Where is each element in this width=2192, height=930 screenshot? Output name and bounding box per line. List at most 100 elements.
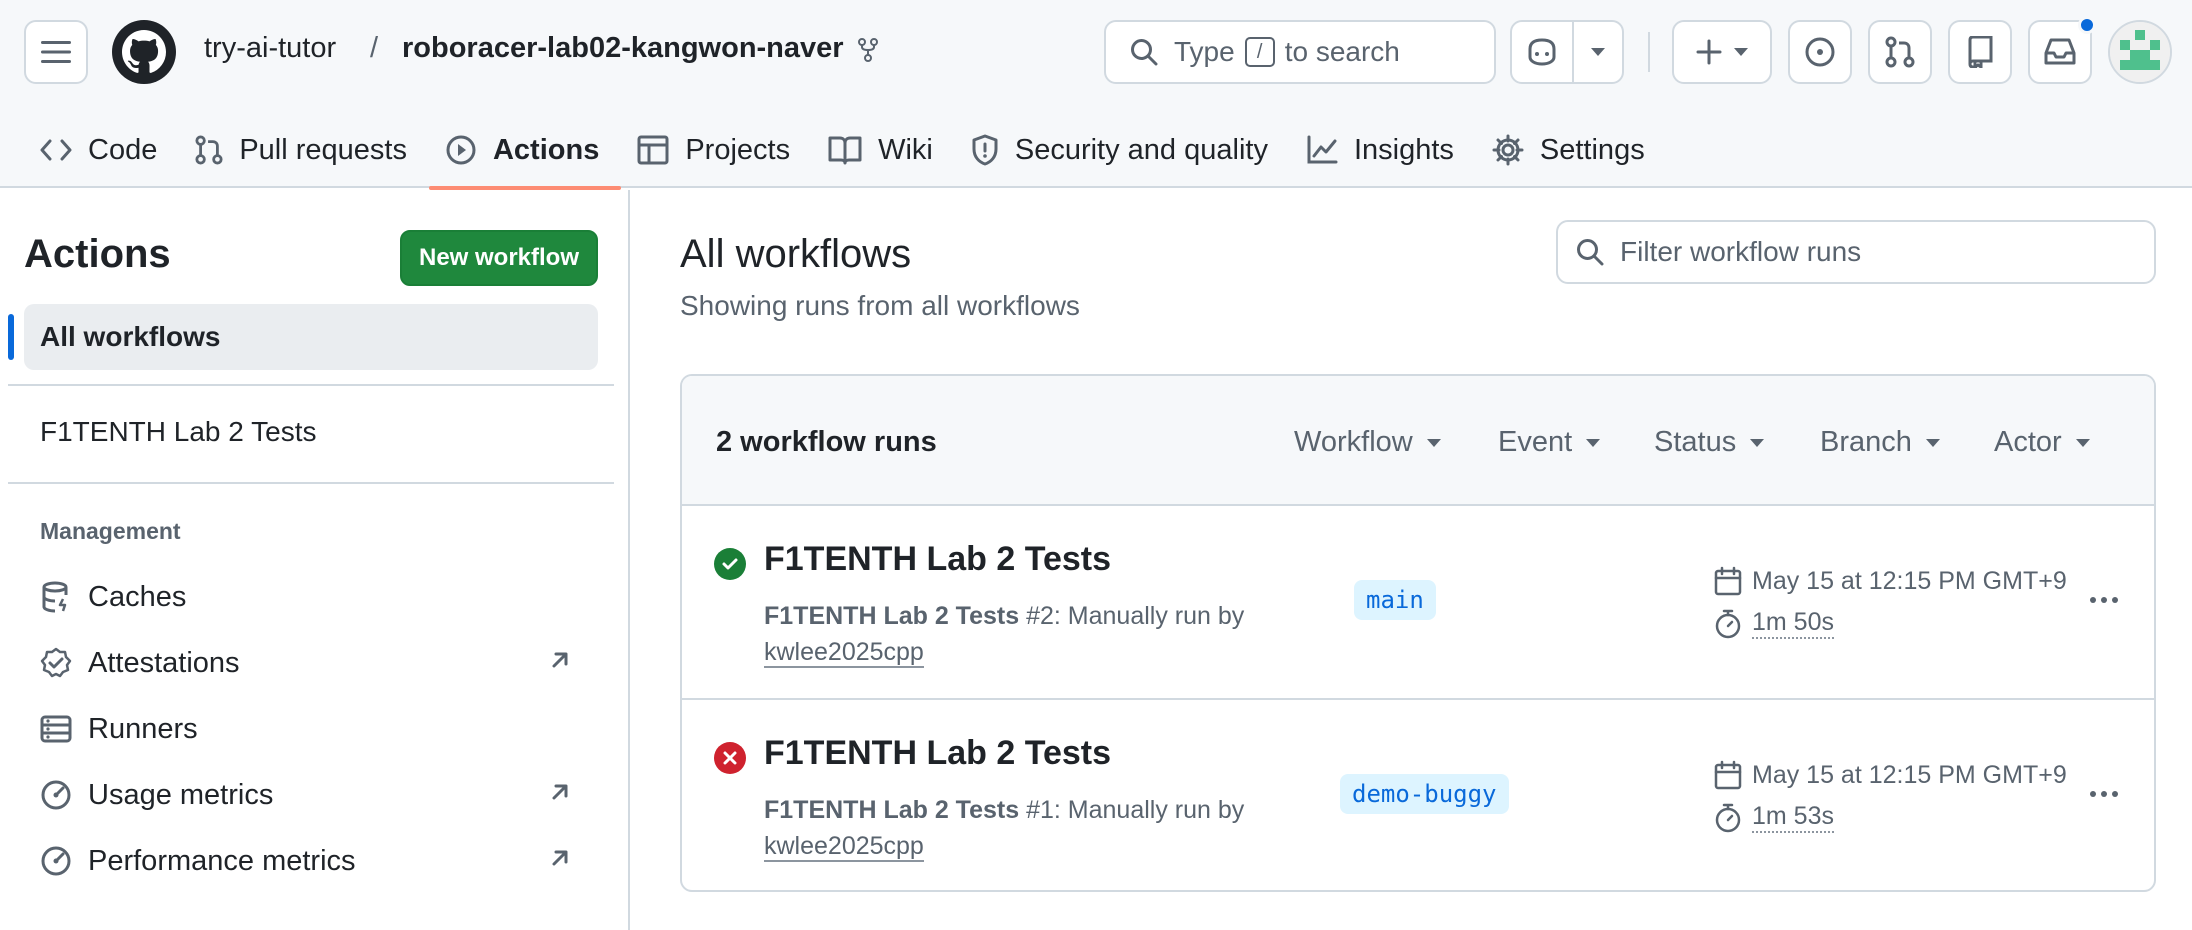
graph-icon: [1307, 135, 1338, 164]
database-icon: [42, 581, 68, 613]
pull-requests-button[interactable]: [1868, 20, 1932, 84]
breadcrumb-owner[interactable]: try-ai-tutor: [204, 32, 336, 65]
runs-list-header: 2 workflow runs Workflow Event Status Br…: [682, 376, 2154, 506]
tab-insights[interactable]: Insights: [1290, 112, 1476, 188]
avatar[interactable]: [2108, 20, 2172, 84]
meter-icon: [41, 780, 71, 810]
search-suffix: to search: [1284, 36, 1400, 67]
stopwatch-icon: [1715, 609, 1741, 638]
tab-pull-requests[interactable]: Pull requests: [179, 112, 429, 188]
tab-wiki[interactable]: Wiki: [812, 112, 955, 188]
tab-security[interactable]: Security and quality: [955, 112, 1290, 188]
run-duration: 1m 50s: [1714, 608, 1834, 639]
shield-icon: [972, 134, 998, 166]
link-external-icon: [552, 784, 568, 800]
sidebar-divider: [8, 482, 614, 484]
chevron-down-icon: [1734, 48, 1748, 56]
book-icon: [828, 136, 862, 165]
issues-button[interactable]: [1788, 20, 1852, 84]
filter-actor-dropdown[interactable]: Actor: [1994, 426, 2090, 459]
run-trigger: : Manually run by: [1053, 796, 1245, 824]
global-header: try-ai-tutor / roboracer-lab02-kangwon-n…: [0, 0, 2192, 190]
kebab-dot: [2112, 791, 2118, 797]
run-meta: F1TENTH Lab 2 Tests #1: Manually run by …: [764, 792, 1244, 864]
tab-actions[interactable]: Actions: [428, 112, 622, 190]
x-circle-icon: [714, 742, 746, 774]
filter-label: Branch: [1820, 426, 1912, 458]
filter-workflow-dropdown[interactable]: Workflow: [1294, 426, 1441, 459]
run-number: #2: [1026, 602, 1054, 630]
tab-label: Code: [88, 133, 158, 166]
sidebar-item-label: Usage metrics: [88, 778, 274, 811]
tab-code[interactable]: Code: [24, 112, 179, 188]
code-icon: [40, 139, 72, 161]
repositories-button[interactable]: [1948, 20, 2012, 84]
play-icon: [446, 135, 476, 165]
filter-branch-dropdown[interactable]: Branch: [1820, 426, 1940, 459]
filter-label: Workflow: [1294, 426, 1413, 458]
calendar-icon: [1714, 760, 1742, 790]
tab-label: Projects: [685, 133, 791, 166]
global-search-input[interactable]: Type / to search: [1104, 20, 1496, 84]
run-meta: F1TENTH Lab 2 Tests #2: Manually run by …: [764, 598, 1244, 670]
sidebar-item-runners[interactable]: Runners: [38, 704, 598, 754]
search-icon: [1131, 39, 1158, 66]
chevron-down-icon: [1591, 48, 1605, 56]
runs-count: 2 workflow runs: [716, 426, 937, 458]
workflow-runs-list: 2 workflow runs Workflow Event Status Br…: [680, 374, 2156, 892]
sidebar-divider: [8, 384, 614, 386]
run-options-button[interactable]: [2082, 774, 2126, 814]
issue-opened-icon: [1805, 37, 1835, 67]
sidebar-item-attestations[interactable]: Attestations: [38, 638, 598, 688]
filter-workflow-runs-input[interactable]: Filter workflow runs: [1556, 220, 2156, 284]
kebab-dot: [2090, 791, 2096, 797]
table-row[interactable]: F1TENTH Lab 2 Tests F1TENTH Lab 2 Tests …: [682, 506, 2154, 698]
github-logo-icon[interactable]: [112, 20, 176, 84]
link-external-icon: [552, 850, 568, 866]
meter-icon: [41, 846, 71, 876]
gear-icon: [1492, 134, 1524, 166]
sidebar-item-usage-metrics[interactable]: Usage metrics: [38, 770, 598, 820]
tab-settings[interactable]: Settings: [1476, 112, 1667, 188]
run-date-text: May 15 at 12:15 PM GMT+9: [1752, 760, 2067, 789]
run-title[interactable]: F1TENTH Lab 2 Tests: [764, 734, 1111, 773]
create-new-button[interactable]: [1672, 20, 1772, 84]
sidebar-item-workflow[interactable]: F1TENTH Lab 2 Tests: [40, 416, 316, 448]
table-icon: [637, 135, 669, 165]
sidebar-item-performance-metrics[interactable]: Performance metrics: [38, 836, 598, 886]
fork-icon: [858, 38, 878, 62]
tab-label: Settings: [1539, 133, 1645, 166]
run-actor-link[interactable]: kwlee2025cpp: [764, 832, 924, 862]
run-date-text: May 15 at 12:15 PM GMT+9: [1752, 566, 2067, 595]
kebab-dot: [2112, 597, 2118, 603]
header-divider: [1648, 32, 1650, 72]
menu-button[interactable]: [24, 20, 88, 84]
kebab-dot: [2090, 597, 2096, 603]
sidebar-item-all-workflows[interactable]: All workflows: [24, 304, 598, 370]
copilot-icon: [1528, 38, 1556, 66]
kebab-dot: [2101, 791, 2107, 797]
hamburger-icon: [41, 41, 71, 63]
filter-status-dropdown[interactable]: Status: [1654, 426, 1765, 459]
table-row[interactable]: F1TENTH Lab 2 Tests F1TENTH Lab 2 Tests …: [682, 698, 2154, 890]
copilot-dropdown-button[interactable]: [1572, 22, 1622, 82]
sidebar-item-label: Runners: [88, 712, 198, 745]
run-options-button[interactable]: [2082, 580, 2126, 620]
copilot-button[interactable]: [1512, 22, 1572, 82]
tab-label: Actions: [492, 133, 600, 166]
chevron-down-icon: [1750, 438, 1765, 447]
sidebar-item-caches[interactable]: Caches: [38, 572, 598, 622]
tab-projects[interactable]: Projects: [621, 112, 812, 188]
new-workflow-button[interactable]: New workflow: [400, 230, 598, 286]
filter-event-dropdown[interactable]: Event: [1498, 426, 1601, 459]
run-title[interactable]: F1TENTH Lab 2 Tests: [764, 540, 1111, 579]
copilot-button-group: [1510, 20, 1624, 84]
run-actor-link[interactable]: kwlee2025cpp: [764, 638, 924, 668]
sidebar-item-label: Attestations: [88, 646, 240, 679]
tab-label: Insights: [1353, 133, 1454, 166]
run-duration-text: 1m 50s: [1752, 608, 1834, 639]
branch-label[interactable]: demo-buggy: [1340, 774, 1509, 814]
tab-label: Pull requests: [239, 133, 407, 166]
branch-label[interactable]: main: [1354, 580, 1436, 620]
breadcrumb-repo[interactable]: roboracer-lab02-kangwon-naver: [402, 32, 844, 65]
